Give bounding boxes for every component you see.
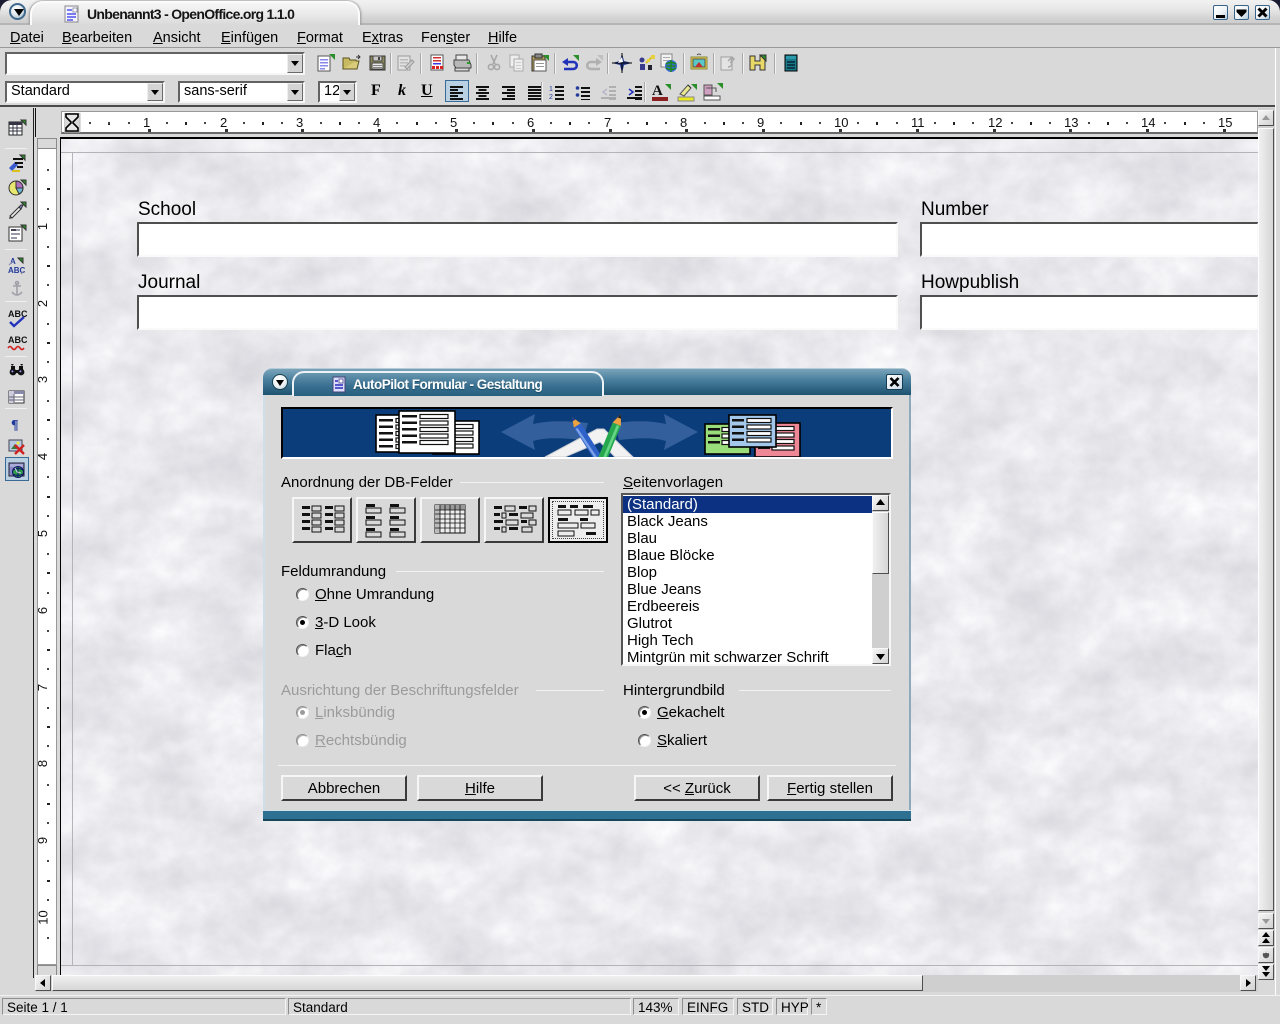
svg-text:2: 2 xyxy=(549,94,553,100)
svg-text:ABC: ABC xyxy=(8,335,27,345)
svg-text:¶: ¶ xyxy=(11,418,19,433)
svg-text:1: 1 xyxy=(549,86,553,93)
svg-text:ABC: ABC xyxy=(8,266,26,275)
svg-text:A: A xyxy=(10,257,16,266)
svg-text:A: A xyxy=(652,83,663,99)
